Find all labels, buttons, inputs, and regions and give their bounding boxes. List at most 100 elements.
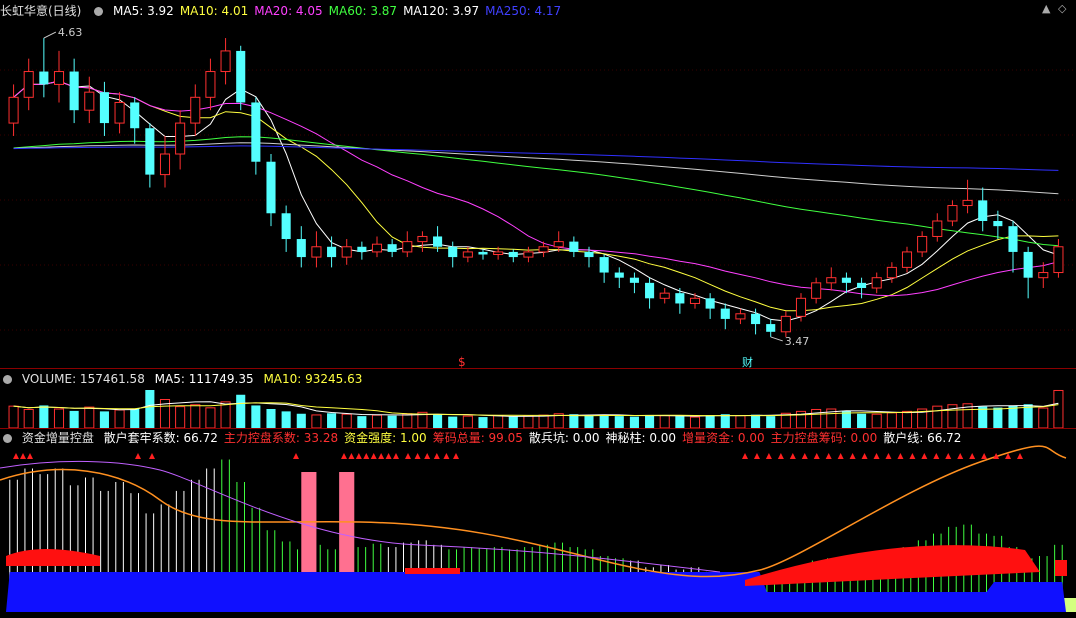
volume-bar-down bbox=[751, 414, 761, 428]
candle-body-up bbox=[341, 246, 352, 258]
candle-body-down bbox=[433, 236, 443, 247]
candle-body-down bbox=[508, 251, 518, 258]
candle-body-up bbox=[886, 266, 897, 279]
volume-bar-down bbox=[584, 415, 594, 428]
candle-body-down bbox=[251, 102, 261, 162]
candle-body-down bbox=[266, 161, 276, 214]
indicator-legend-item: 散户套牢系数: 66.72 bbox=[103, 431, 218, 445]
candle-body-up bbox=[402, 241, 413, 253]
volume-bar-up bbox=[341, 413, 352, 429]
signal-triangle bbox=[849, 453, 856, 459]
candle-body-down bbox=[614, 272, 624, 278]
candle-body-up bbox=[114, 101, 125, 124]
signal-triangle bbox=[13, 453, 19, 459]
indicator-legend-item: 散兵坑: 0.00 bbox=[528, 431, 600, 445]
volume-bar-up bbox=[175, 406, 186, 429]
volume-bar-down bbox=[296, 413, 306, 428]
candle-body-up bbox=[371, 243, 383, 253]
candle-body-up bbox=[462, 251, 473, 258]
candle-body-up bbox=[917, 235, 928, 253]
volume-bar-up bbox=[871, 413, 882, 429]
signal-triangle bbox=[885, 453, 892, 459]
signal-triangle bbox=[1017, 453, 1023, 459]
candle-body-down bbox=[281, 213, 291, 240]
signal-triangle bbox=[414, 453, 421, 459]
indicator-legend-item: 资金强度: 1.00 bbox=[344, 431, 427, 445]
volume-bar-down bbox=[387, 415, 397, 428]
finance-marker: 财 bbox=[742, 355, 753, 369]
candle-body-up bbox=[871, 277, 882, 289]
candle-body-down bbox=[478, 251, 488, 255]
candle-body-down bbox=[599, 257, 609, 273]
volume-ma10: MA10: 93245.63 bbox=[263, 372, 363, 386]
candle-body-up bbox=[932, 220, 943, 237]
low-label: 3.47 bbox=[785, 335, 810, 348]
indicator-legend-item: 主力控盘系数: 33.28 bbox=[223, 431, 339, 445]
candle-body-up bbox=[1053, 246, 1064, 274]
volume-bar-up bbox=[735, 415, 746, 429]
signal-triangle bbox=[861, 453, 868, 459]
candle-body-down bbox=[978, 200, 988, 221]
signal-triangle bbox=[443, 453, 450, 459]
volume-bar-down bbox=[39, 405, 49, 428]
candle-body-up bbox=[159, 153, 171, 176]
volume-bar-up bbox=[901, 410, 913, 429]
chart-svg: 4.63 3.47 $ 财 bbox=[0, 26, 1076, 612]
candle-body-up bbox=[553, 241, 564, 248]
signal-triangle bbox=[20, 453, 26, 459]
candle-body-down bbox=[130, 102, 140, 129]
indicator-legend-item: 增量资金: 0.00 bbox=[682, 431, 765, 445]
signal-triangle bbox=[981, 453, 988, 459]
indicator-settings-icon[interactable] bbox=[3, 434, 12, 443]
volume-bar-up bbox=[8, 405, 19, 429]
volume-settings-icon[interactable] bbox=[3, 375, 12, 384]
candle-body-up bbox=[962, 199, 973, 207]
high-pointer bbox=[43, 31, 57, 39]
candle-body-down bbox=[857, 282, 867, 288]
signal-triangle bbox=[777, 453, 784, 459]
red-area bbox=[1055, 560, 1067, 576]
volume-bar-up bbox=[538, 414, 549, 429]
volume-bar-up bbox=[53, 408, 65, 429]
indicator-legend-item: 主力控盘筹码: 0.00 bbox=[770, 431, 878, 445]
signal-triangle bbox=[801, 453, 808, 459]
volume-bar-down bbox=[327, 413, 337, 428]
signal-triangle bbox=[873, 453, 880, 459]
volume-bar-down bbox=[614, 416, 624, 428]
candle-body-down bbox=[705, 298, 715, 309]
candle-body-down bbox=[1023, 251, 1033, 278]
volume-bar-up bbox=[493, 415, 504, 429]
volume-bar-up bbox=[311, 414, 322, 429]
volume-bar-down bbox=[645, 414, 655, 428]
candle-body-down bbox=[236, 50, 246, 103]
signal-triangle bbox=[405, 453, 411, 459]
low-pointer bbox=[770, 336, 783, 342]
chart-stage: 长虹华意(日线) MA5: 3.92 MA10: 4.01 MA20: 4.05 MA… bbox=[0, 0, 1076, 618]
signal-triangle bbox=[393, 453, 399, 459]
candle-body-up bbox=[826, 277, 837, 284]
candle-body-up bbox=[417, 235, 428, 243]
volume-bar-down bbox=[69, 410, 79, 428]
signal-triangle bbox=[933, 453, 940, 459]
signal-triangle bbox=[341, 453, 347, 459]
indicator-name: 资金增量控盘 bbox=[21, 431, 94, 445]
high-label: 4.63 bbox=[58, 26, 83, 39]
ma-line-ma5 bbox=[13, 80, 1059, 322]
signal-triangle bbox=[149, 453, 155, 459]
volume-ma5: MA5: 111749.35 bbox=[154, 372, 254, 386]
ma-line-ma120 bbox=[13, 142, 1059, 195]
ma-line-ma10 bbox=[13, 80, 1059, 312]
volume-ma-10 bbox=[13, 402, 1059, 417]
signal-triangle bbox=[348, 453, 355, 459]
candle-body-down bbox=[296, 239, 306, 258]
volume-bar-down bbox=[478, 417, 488, 428]
signal-triangle bbox=[765, 453, 772, 459]
volume-bar-up bbox=[114, 409, 125, 429]
candle-body-down bbox=[1008, 226, 1018, 252]
volume-bar-up bbox=[811, 408, 822, 429]
volume-bar-down bbox=[433, 414, 443, 428]
volume-bar-down bbox=[569, 414, 579, 428]
candle-body-up bbox=[901, 251, 913, 268]
candle-body-down bbox=[720, 308, 730, 319]
signal-triangle bbox=[453, 453, 459, 459]
